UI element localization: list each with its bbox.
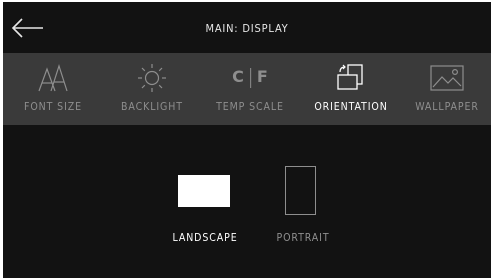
divider [249,67,251,88]
tab-temp-scale[interactable]: CF TEMP SCALE [201,53,299,125]
tab-backlight[interactable]: BACKLIGHT [103,53,201,125]
portrait-preview [285,166,316,215]
tab-wallpaper[interactable]: WALLPAPER [403,53,491,125]
landscape-option[interactable]: LANDSCAPE [170,170,240,250]
header: MAIN: DISPLAY [3,2,491,53]
c-f-icon: CF [232,67,268,88]
portrait-option[interactable]: PORTRAIT [273,166,333,250]
tab-label: FONT SIZE [23,101,83,113]
tab-font-size[interactable]: FONT SIZE [3,53,103,125]
image-icon [430,65,464,91]
tab-orientation[interactable]: ORIENTATION [299,53,403,125]
tab-label: ORIENTATION [314,101,388,113]
tab-label: TEMP SCALE [216,101,284,113]
fahrenheit-symbol: F [256,67,268,86]
sun-icon [138,64,166,92]
rotate-screen-icon [337,64,363,90]
font-size-icon [38,64,68,92]
tab-label: WALLPAPER [415,101,479,113]
portrait-label: PORTRAIT [276,232,330,244]
tab-label: BACKLIGHT [121,101,183,113]
celsius-symbol: C [232,67,244,86]
settings-tabbar: FONT SIZE BACKLIGHT CF TEMP SCALE ORIENT… [3,53,491,125]
page-title: MAIN: DISPLAY [205,22,289,35]
landscape-preview [178,175,230,207]
landscape-label: LANDSCAPE [172,232,238,244]
display-screen: MAIN: DISPLAY FONT SIZE BACKLIGHT C F TE… [3,2,491,278]
